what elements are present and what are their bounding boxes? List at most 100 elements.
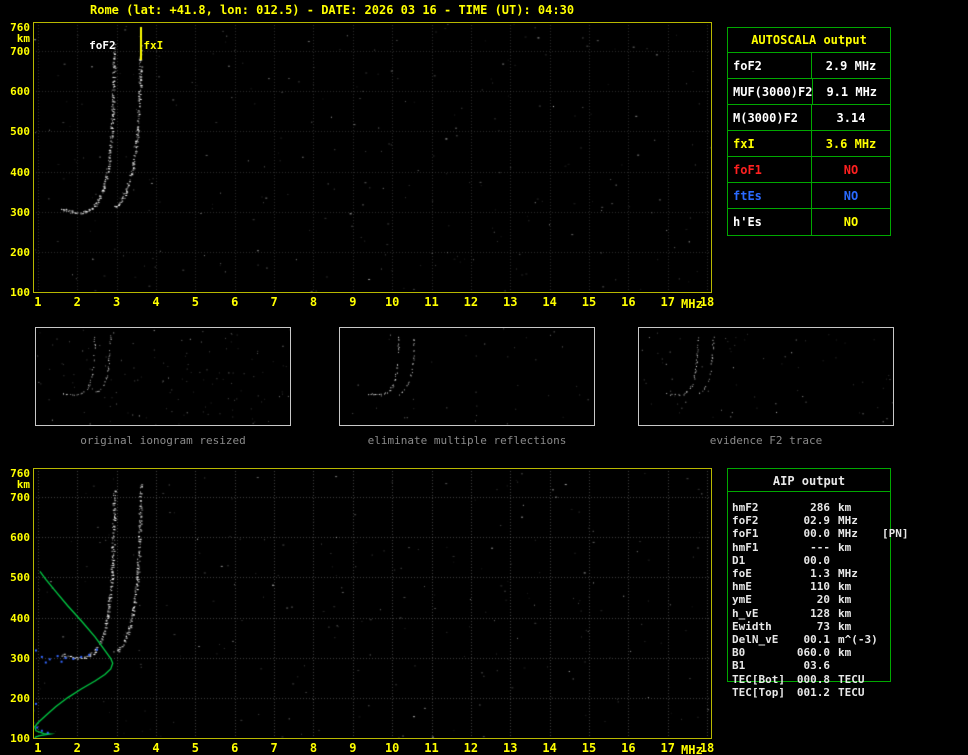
aip-parameter-label: hmE: [732, 580, 752, 594]
aip-parameter-unit: km: [838, 646, 852, 660]
aip-parameter-label: TEC[Top]: [732, 685, 785, 699]
x-axis-tick: 4: [152, 295, 160, 309]
aip-parameter-unit: km: [838, 580, 852, 594]
aip-parameter-flag: [PN]: [882, 527, 909, 541]
aip-parameter-label: foF1: [732, 527, 759, 541]
x-axis-tick: 13: [503, 741, 518, 755]
y-axis-tick: 600: [10, 85, 30, 99]
aip-row-hmF2: hmF2 286 km: [732, 501, 887, 514]
x-axis-tick: 10: [384, 295, 400, 309]
restored-ionogram-plot: [33, 468, 712, 739]
y-axis-tick: 700: [10, 45, 30, 59]
aip-parameter-unit: TECU: [838, 672, 865, 686]
autoscala-parameter-label: MUF(3000)F2: [728, 79, 814, 104]
aip-parameter-unit: MHz: [838, 567, 858, 580]
y-axis-tick: 600: [10, 531, 30, 545]
aip-parameter-label: foE: [732, 567, 752, 580]
aip-parameter-label: B1: [732, 659, 746, 673]
autoscala-parameter-label: h'Es: [728, 209, 812, 235]
y-axis-tick: 400: [10, 165, 30, 179]
aip-parameter-unit: MHz: [838, 514, 858, 528]
y-axis-tick: 300: [10, 205, 30, 219]
aip-rows: hmF2 286 km foF2 02.9 MHz foF1 00.0 MHz [PN] hmF1 -…: [727, 468, 909, 708]
thumbnail-canvas: [639, 328, 893, 425]
thumbnail-canvas: [340, 328, 594, 425]
aip-parameter-unit: m^(-3): [838, 633, 878, 646]
x-axis-tick: 9: [349, 741, 357, 755]
x-axis-tick: 17: [660, 741, 675, 755]
autoscala-row-fxI: fxI 3.6 MHz: [728, 131, 890, 157]
thumbnail-multiple-reflections-removed: [339, 327, 595, 426]
x-axis-tick: 4: [152, 741, 160, 755]
aip-parameter-label: ymE: [732, 593, 752, 607]
aip-parameter-value: 00.0: [803, 527, 831, 541]
aip-parameter-label: D1: [732, 553, 746, 567]
aip-row-foE: foE 1.3 MHz: [732, 567, 887, 580]
thumbnail-caption: eliminate multiple reflections: [367, 434, 567, 447]
autoscala-row-h'Es: h'Es NO: [728, 209, 890, 235]
x-axis-tick: 1: [34, 295, 42, 309]
aip-parameter-value: 20: [816, 593, 830, 607]
autoscala-panel-title: AUTOSCALA output: [728, 28, 890, 53]
aip-parameter-value: 03.6: [803, 659, 831, 673]
aip-parameter-value: 110: [810, 580, 830, 594]
x-axis-tick: 12: [463, 295, 479, 309]
aip-row-hmF1: hmF1 --- km: [732, 541, 887, 554]
aip-parameter-unit: [830, 554, 882, 567]
aip-row-h_vE: h_vE 128 km: [732, 607, 887, 620]
aip-parameter-unit: km: [838, 619, 852, 633]
autoscala-parameter-label: foF2: [728, 53, 812, 78]
restored-ionogram-canvas: [34, 469, 711, 738]
y-axis-tick: 200: [10, 245, 30, 259]
aip-row-Ewidth: Ewidth 73 km: [732, 620, 887, 633]
ionogram-plot: [33, 22, 712, 293]
aip-parameter-unit: [830, 659, 882, 672]
x-axis-tick: 11: [424, 741, 439, 755]
aip-row-B1: B1 03.6: [732, 659, 887, 672]
thumbnail-original-ionogram: [35, 327, 291, 426]
aip-parameter-label: hmF2: [732, 501, 759, 514]
y-axis-tick: 400: [10, 611, 30, 625]
x-axis-tick: 5: [191, 741, 199, 755]
autoscala-parameter-label: ftEs: [728, 183, 812, 208]
x-axis-tick: 7: [270, 295, 278, 309]
x-axis-tick: 5: [191, 295, 199, 309]
aip-parameter-value: 00.0: [803, 553, 831, 567]
aip-parameter-value: 000.8: [796, 672, 830, 686]
thumbnail-f2-trace-evidence: [638, 327, 894, 426]
x-axis-tick: 7: [270, 741, 278, 755]
trace-annotation-fxI: fxI: [143, 39, 164, 53]
x-axis-tick: 9: [349, 295, 357, 309]
aip-parameter-unit: MHz: [838, 527, 858, 541]
aip-row-hmE: hmE 110 km: [732, 580, 887, 593]
x-axis-unit-label: MHz: [681, 743, 703, 755]
aip-parameter-value: 001.2: [796, 685, 830, 699]
aip-row-foF1: foF1 00.0 MHz [PN]: [732, 527, 909, 541]
x-axis-tick: 8: [309, 295, 318, 309]
x-axis-unit-label: MHz: [681, 297, 703, 311]
aip-parameter-value: 02.9: [803, 514, 831, 528]
y-axis-tick: 300: [10, 651, 30, 665]
x-axis-tick: 15: [581, 741, 597, 755]
thumbnail-caption: original ionogram resized: [80, 434, 246, 447]
autoscala-row-ftEs: ftEs NO: [728, 183, 890, 209]
x-axis-tick: 2: [73, 741, 81, 755]
x-axis-tick: 1: [34, 741, 42, 755]
aip-parameter-unit: km: [838, 540, 852, 554]
autoscala-row-M(3000)F2: M(3000)F2 3.14: [728, 105, 890, 131]
aip-row-foF2: foF2 02.9 MHz: [732, 514, 887, 527]
x-axis-tick: 10: [384, 741, 400, 755]
x-axis-tick: 12: [463, 741, 479, 755]
autoscala-ionogram-screen: Rome (lat: +41.8, lon: 012.5) - DATE: 20…: [0, 0, 968, 755]
x-axis-tick: 3: [113, 741, 121, 755]
y-axis-tick: 500: [10, 125, 30, 139]
ionogram-canvas: [34, 23, 711, 292]
aip-parameter-label: hmF1: [732, 540, 759, 554]
autoscala-parameter-value: NO: [843, 215, 859, 229]
aip-parameter-value: 128: [810, 606, 830, 620]
autoscala-parameter-value: 3.6 MHz: [825, 137, 877, 151]
x-axis-tick: 2: [73, 295, 81, 309]
x-axis-tick: 11: [424, 295, 439, 309]
x-axis-tick: 14: [542, 741, 557, 755]
x-axis-tick: 6: [231, 295, 239, 309]
